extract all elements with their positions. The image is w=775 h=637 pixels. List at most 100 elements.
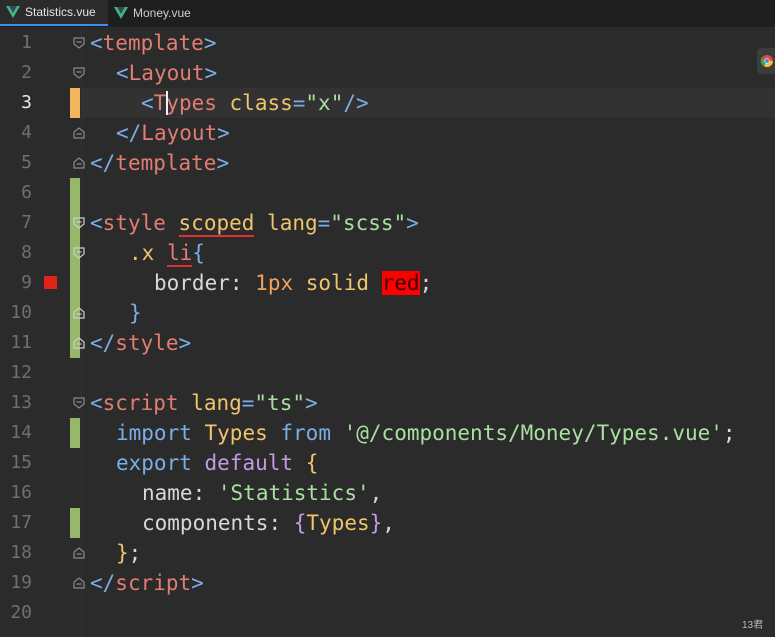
token: :: [268, 511, 282, 535]
line-number: 12: [10, 362, 32, 383]
line-number: 15: [10, 452, 32, 473]
token: </: [90, 331, 116, 355]
fold-end-icon[interactable]: [73, 307, 85, 319]
code-line[interactable]: <Layout>: [116, 58, 217, 88]
token: {: [293, 511, 307, 535]
tab-label: Statistics.vue: [25, 5, 96, 19]
token: solid: [305, 271, 369, 295]
token: from: [280, 421, 331, 445]
tab-statistics-vue[interactable]: Statistics.vue: [0, 0, 108, 26]
change-marker[interactable]: [70, 508, 80, 538]
token: default: [204, 451, 294, 475]
token: }: [116, 541, 129, 565]
token: import: [116, 421, 192, 445]
token: li: [166, 241, 193, 267]
token: style: [115, 331, 179, 355]
tab-label: Money.vue: [133, 6, 191, 20]
line-number: 6: [21, 182, 32, 203]
line-number: 10: [10, 302, 32, 323]
breakpoint-icon[interactable]: [44, 276, 57, 289]
code-line[interactable]: <style scoped lang="scss">: [90, 208, 419, 238]
token: Types: [153, 91, 217, 115]
line-number: 5: [21, 152, 32, 173]
token: >: [178, 331, 192, 355]
line-number: 18: [10, 542, 32, 563]
code-line[interactable]: name: 'Statistics',: [142, 478, 382, 508]
fold-icon[interactable]: [73, 247, 85, 259]
token: '@/components/Money/Types.vue': [343, 421, 723, 445]
line-number: 4: [21, 122, 32, 143]
token: <: [90, 391, 103, 415]
line-number: 13: [10, 392, 32, 413]
fold-icon[interactable]: [73, 397, 85, 409]
token: >: [217, 121, 230, 145]
code-line[interactable]: </template>: [90, 148, 229, 178]
change-marker[interactable]: [70, 418, 80, 448]
token: ;: [128, 541, 142, 565]
token: name: [142, 481, 193, 505]
fold-icon[interactable]: [73, 217, 85, 229]
token: <: [116, 61, 129, 85]
token: }: [129, 301, 142, 325]
fold-end-icon[interactable]: [73, 547, 85, 559]
line-number: 8: [21, 242, 32, 263]
token: Types: [204, 421, 268, 445]
fold-end-icon[interactable]: [73, 577, 85, 589]
token: "ts": [254, 391, 305, 415]
token: <: [141, 91, 154, 115]
code-line[interactable]: border: 1px solid red;: [154, 268, 432, 298]
fold-icon[interactable]: [73, 37, 85, 49]
token: >: [406, 211, 419, 235]
code-line[interactable]: <template>: [90, 28, 216, 58]
code-line[interactable]: </script>: [90, 568, 204, 598]
token: =: [292, 91, 306, 115]
tab-money-vue[interactable]: Money.vue: [108, 0, 198, 26]
token: =: [241, 391, 255, 415]
token: ,: [369, 481, 383, 505]
code-line[interactable]: </Layout>: [116, 118, 230, 148]
token: </: [116, 121, 142, 145]
token: Layout: [141, 121, 218, 145]
fold-end-icon[interactable]: [73, 157, 85, 169]
line-number: 9: [21, 272, 32, 293]
vue-icon: [114, 7, 128, 19]
token: Types: [306, 511, 370, 535]
token: {: [305, 451, 319, 475]
line-number: 14: [10, 422, 32, 443]
line-number: 11: [10, 332, 32, 353]
fold-icon[interactable]: [73, 67, 85, 79]
token: export: [116, 451, 192, 475]
token: class: [229, 91, 293, 115]
token: components: [142, 511, 269, 535]
token: :: [229, 271, 243, 295]
line-number: 7: [21, 212, 32, 233]
token: style: [102, 211, 166, 235]
editor-gutter: 1 2 3 4 5 6 7 8 9 10 11 12 13 14 15 16 1…: [0, 28, 90, 637]
token: Layout: [128, 61, 205, 85]
code-line[interactable]: };: [116, 538, 141, 568]
editor-tab-bar: Statistics.vue Money.vue: [0, 0, 775, 27]
fold-end-icon[interactable]: [73, 127, 85, 139]
token: >: [203, 31, 217, 55]
code-line[interactable]: import Types from '@/components/Money/Ty…: [116, 418, 736, 448]
line-number: 19: [10, 572, 32, 593]
change-marker[interactable]: [70, 178, 80, 358]
code-line[interactable]: <script lang="ts">: [90, 388, 318, 418]
code-line[interactable]: export default {: [116, 448, 318, 478]
code-line[interactable]: }: [129, 298, 142, 328]
change-marker[interactable]: [70, 88, 80, 118]
browser-preview-icon[interactable]: [757, 48, 775, 74]
token: ;: [722, 421, 736, 445]
token: >: [204, 61, 218, 85]
token: <: [90, 211, 103, 235]
code-line[interactable]: .x li{: [129, 238, 205, 268]
fold-end-icon[interactable]: [73, 337, 85, 349]
line-number: 16: [10, 482, 32, 503]
token: </: [90, 571, 116, 595]
token: template: [115, 151, 217, 175]
line-number: 20: [10, 602, 32, 623]
token: 1px: [255, 271, 294, 295]
code-line[interactable]: <Types class="x"/>: [141, 88, 369, 118]
code-line[interactable]: components: {Types},: [142, 508, 395, 538]
code-line[interactable]: </style>: [90, 328, 191, 358]
